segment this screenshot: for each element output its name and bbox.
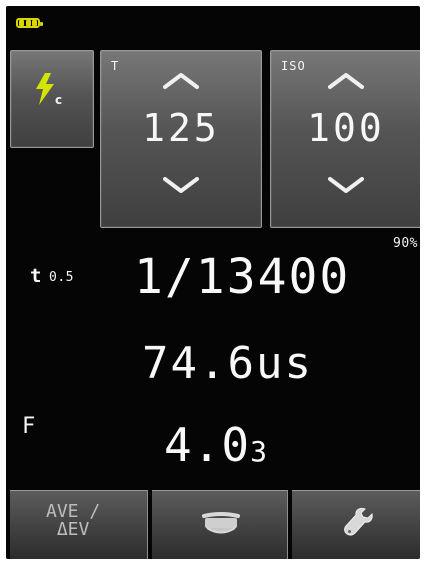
- aperture-readout: 4.03: [164, 422, 267, 468]
- wrench-icon: [344, 507, 373, 536]
- iso-value: 100: [307, 106, 385, 150]
- ave-dev-label: AVE / ΔEV: [46, 501, 101, 540]
- ave-dev-button[interactable]: AVE / ΔEV: [10, 490, 148, 559]
- chevron-down-icon[interactable]: [161, 175, 201, 195]
- shutter-speed-control[interactable]: T 125: [100, 50, 262, 228]
- flash-duration-microseconds: 74.6us: [142, 338, 313, 389]
- aperture-sub-value: 3: [250, 435, 267, 468]
- percentage-indicator: 90%: [393, 236, 418, 251]
- aperture-main-value: 4.0: [164, 418, 251, 472]
- flash-mode-subscript: c: [55, 93, 63, 107]
- f-label: F: [22, 414, 36, 439]
- iso-label: ISO: [281, 59, 306, 73]
- meter-screen: c T 125 ISO 100 90% t 0.5 1/13400 74.6us…: [6, 6, 420, 559]
- t-subscript: 0.5: [49, 270, 74, 285]
- chevron-up-icon[interactable]: [161, 71, 201, 91]
- battery-full-icon: [16, 18, 43, 28]
- iso-control[interactable]: ISO 100: [270, 50, 420, 228]
- flash-bell-icon: [202, 512, 240, 534]
- flash-icon: [36, 73, 54, 105]
- chevron-up-icon[interactable]: [326, 71, 366, 91]
- t-label: t: [30, 265, 42, 287]
- flash-mode-button[interactable]: c: [10, 50, 94, 148]
- flash-duration-fraction: 1/13400: [134, 249, 351, 305]
- settings-button[interactable]: [292, 490, 420, 559]
- chevron-down-icon[interactable]: [326, 175, 366, 195]
- shutter-label: T: [111, 59, 120, 73]
- measure-mode-button[interactable]: [152, 490, 288, 559]
- shutter-value: 125: [142, 106, 220, 150]
